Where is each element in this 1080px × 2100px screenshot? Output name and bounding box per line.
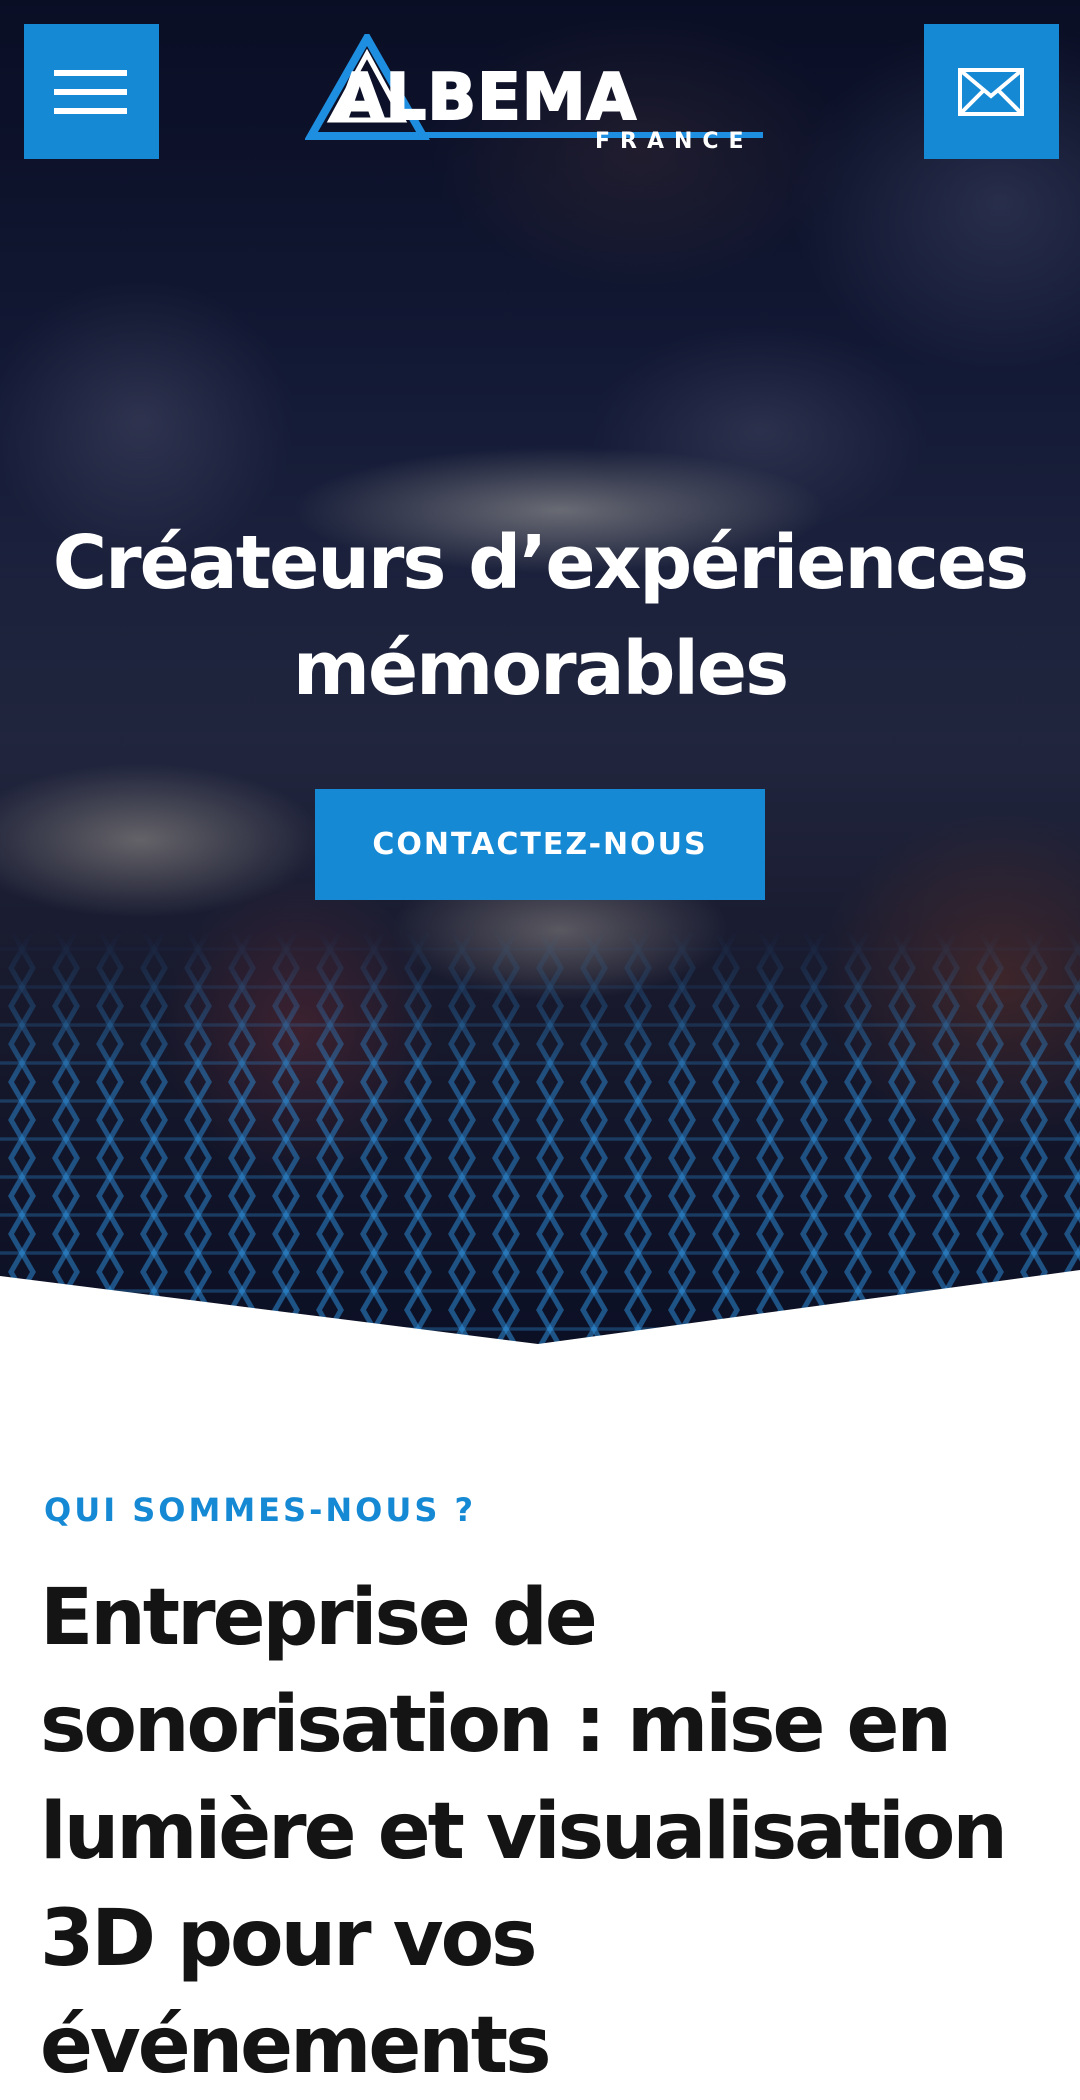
hero-bottom-shape [0, 1270, 1080, 1345]
hero-section: Créateurs d’expériences mémorables CONTA… [0, 0, 1080, 1345]
logo-wordmark: ALBEMA [334, 61, 638, 135]
about-title: Entreprise de sonorisation : mise en lum… [40, 1573, 1008, 2091]
site-logo[interactable]: ALBEMA FRANCE [305, 34, 775, 154]
logo-subtitle: FRANCE [595, 129, 754, 154]
contact-us-button[interactable]: CONTACTEZ-NOUS [315, 789, 765, 900]
envelope-icon [958, 68, 1024, 116]
hero-title: Créateurs d’expériences mémorables [52, 520, 1029, 712]
contact-mail-button[interactable] [924, 24, 1059, 159]
section-eyebrow: QUI SOMMES-NOUS ? [44, 1491, 477, 1529]
menu-button[interactable] [24, 24, 159, 159]
